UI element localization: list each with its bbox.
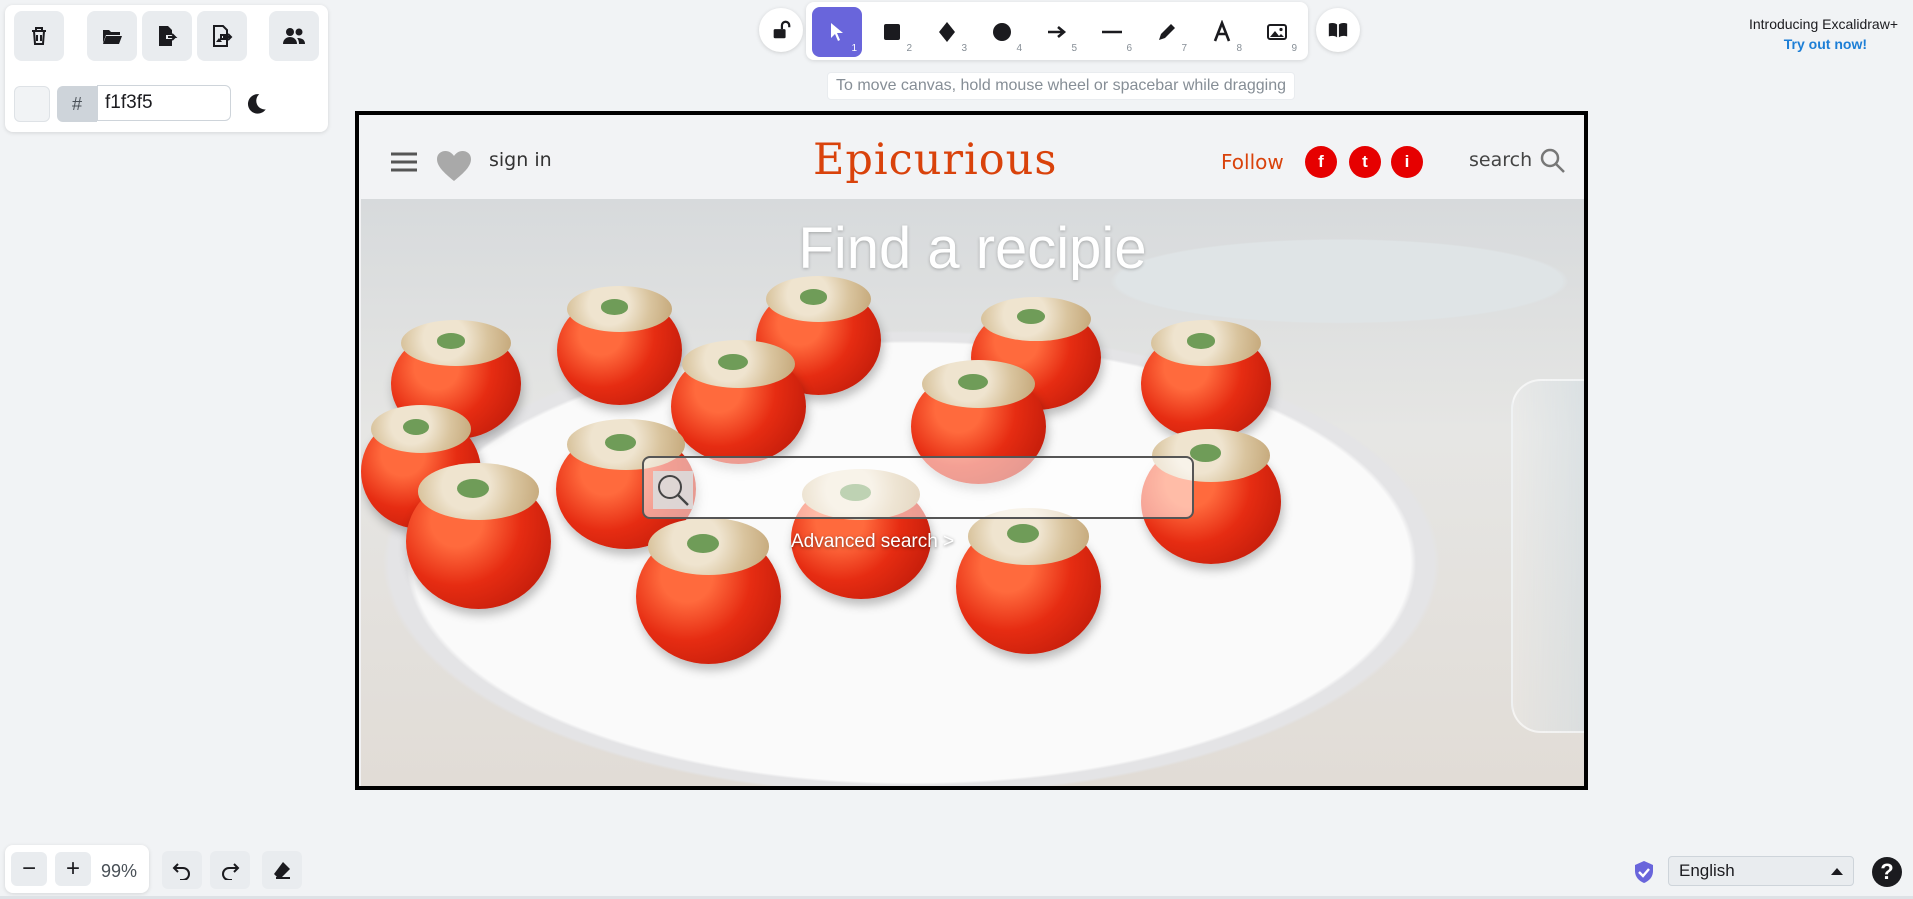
rectangle-tool[interactable]: 2 (867, 7, 917, 57)
file-export-icon (159, 26, 178, 46)
book-icon (1328, 22, 1348, 38)
stuffed-tomato (406, 463, 551, 609)
export-image-button[interactable] (197, 11, 247, 61)
background-color-swatch[interactable] (14, 86, 50, 122)
search-icon (1540, 148, 1565, 173)
ellipse-tool[interactable]: 4 (977, 7, 1027, 57)
arrow-tool[interactable]: 5 (1032, 7, 1082, 57)
open-file-button[interactable] (87, 11, 137, 61)
library-button[interactable] (1316, 8, 1360, 52)
tool-shortcut: 1 (851, 43, 857, 54)
hero-title: Find a recipie (798, 216, 1147, 281)
redo-button[interactable] (210, 851, 250, 889)
stuffed-tomato (956, 508, 1101, 654)
twitter-icon: t (1349, 146, 1381, 178)
undo-button[interactable] (162, 851, 202, 889)
folder-open-icon (102, 30, 122, 44)
tool-shortcut: 2 (906, 43, 912, 54)
diamond-tool[interactable]: 3 (922, 7, 972, 57)
promo-link[interactable]: Try out now! (1784, 36, 1867, 52)
background-color-input[interactable] (97, 85, 231, 121)
undo-icon (172, 863, 190, 880)
advanced-search-link: Advanced search > (791, 531, 955, 552)
selection-tool[interactable]: 1 (812, 7, 862, 57)
cursor-icon (831, 23, 843, 41)
moon-icon[interactable] (243, 91, 269, 117)
site-header: sign in Epicurious Follow f t i search (359, 115, 1584, 199)
live-collaboration-button[interactable] (269, 11, 319, 61)
hex-prefix-label: # (57, 86, 97, 122)
tool-shortcut: 5 (1071, 43, 1077, 54)
image-export-icon (213, 25, 233, 47)
tool-shortcut: 9 (1291, 43, 1297, 54)
text-tool[interactable]: 8 (1197, 7, 1247, 57)
promo-title: Introducing Excalidraw+ (1748, 16, 1898, 32)
image-icon (1267, 24, 1287, 40)
tool-shortcut: 4 (1016, 43, 1022, 54)
instagram-icon: i (1391, 146, 1423, 178)
shield-check-icon (1635, 861, 1653, 883)
text-icon (1213, 20, 1231, 42)
lock-open-icon (773, 20, 791, 39)
diamond-icon (939, 22, 955, 42)
lock-tool-button[interactable] (759, 8, 803, 52)
heart-icon (437, 151, 471, 181)
help-button[interactable]: ? (1872, 857, 1902, 887)
language-selected-value: English (1679, 861, 1735, 880)
eraser-button[interactable] (262, 851, 302, 889)
line-icon (1102, 30, 1122, 34)
stuffed-tomato (557, 286, 682, 405)
website-mockup-image[interactable]: sign in Epicurious Follow f t i search F… (355, 111, 1588, 790)
search-icon (653, 471, 693, 509)
rectangle-icon (884, 24, 900, 40)
draw-tool[interactable]: 7 (1142, 7, 1192, 57)
canvas-hint: To move canvas, hold mouse wheel or spac… (827, 72, 1296, 100)
stuffed-tomato (636, 518, 781, 664)
tool-shortcut: 8 (1236, 43, 1242, 54)
zoom-in-button[interactable]: + (55, 852, 91, 886)
sign-in-link: sign in (489, 149, 552, 171)
hero-food-photo: Find a recipie Advanced search > (361, 199, 1584, 786)
arrow-right-icon (1048, 26, 1067, 38)
caret-up-icon (1831, 868, 1843, 875)
clear-canvas-button[interactable] (14, 11, 64, 61)
tool-shortcut: 7 (1181, 43, 1187, 54)
water-glass (1511, 379, 1584, 733)
zoom-level-reset-button[interactable]: 99% (101, 861, 137, 882)
eraser-icon (274, 862, 290, 879)
redo-icon (222, 863, 240, 880)
canvas-actions-panel: # (5, 5, 328, 132)
hamburger-menu-icon (391, 152, 417, 172)
tool-shortcut: 3 (961, 43, 967, 54)
trash-icon (32, 27, 46, 45)
site-search-label: search (1469, 149, 1533, 171)
zoom-out-button[interactable]: − (11, 852, 47, 886)
line-tool[interactable]: 6 (1087, 7, 1137, 57)
follow-label: Follow (1221, 150, 1284, 174)
users-icon (283, 28, 305, 44)
tool-shortcut: 6 (1126, 43, 1132, 54)
stuffed-tomato (671, 339, 806, 464)
site-logo: Epicurious (813, 135, 1058, 185)
zoom-controls: − + 99% (5, 845, 149, 893)
shapes-toolbar: 1 2 3 4 5 6 7 8 9 (806, 2, 1308, 60)
facebook-icon: f (1305, 146, 1337, 178)
ellipse-icon (993, 23, 1011, 41)
stuffed-tomato (1141, 320, 1271, 439)
pencil-icon (1159, 24, 1175, 40)
save-to-file-button[interactable] (142, 11, 192, 61)
image-tool[interactable]: 9 (1252, 7, 1302, 57)
language-select[interactable]: English (1668, 856, 1854, 886)
recipe-search-box (642, 456, 1194, 519)
